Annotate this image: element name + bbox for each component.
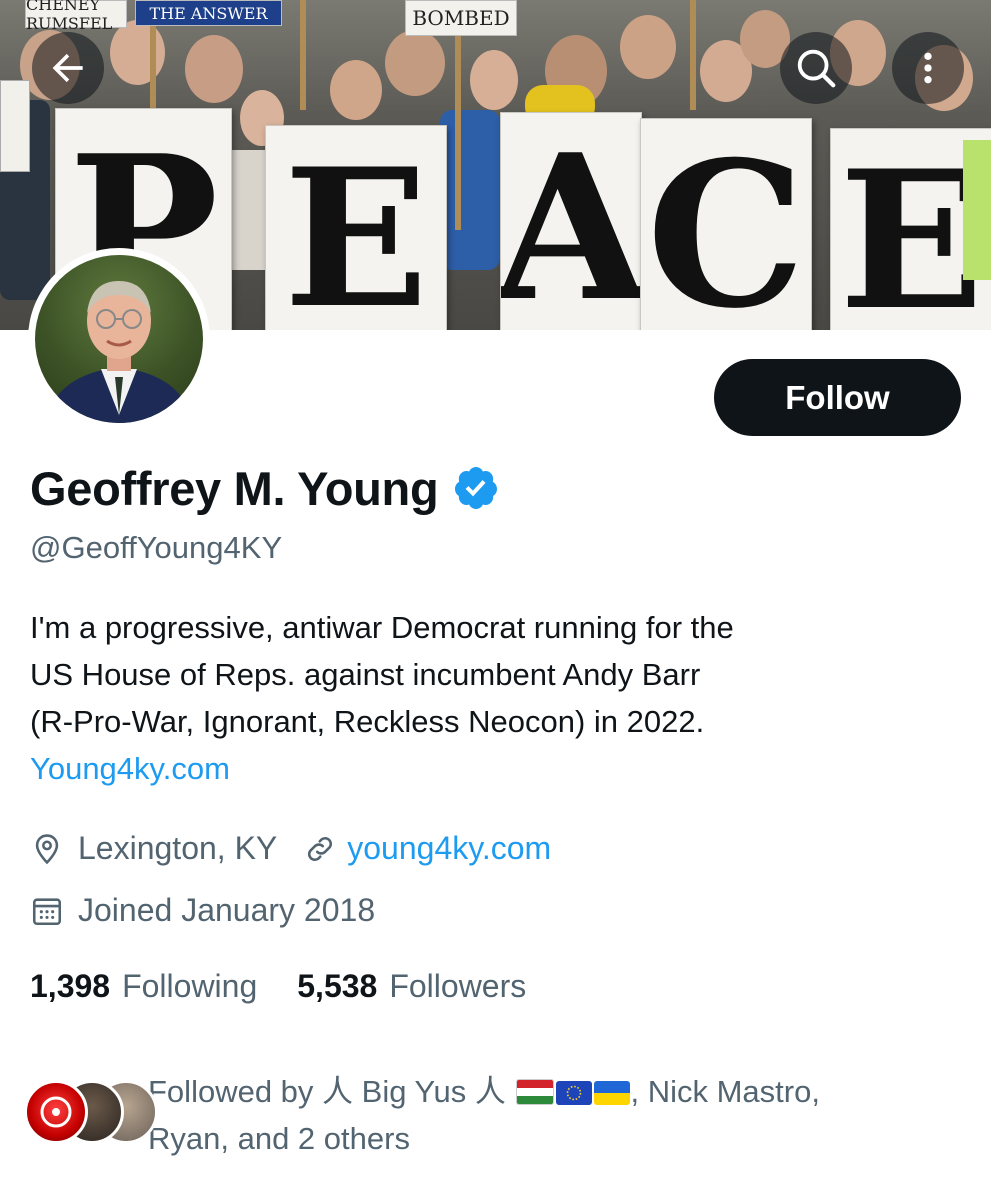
hungary-flag-icon <box>516 1079 555 1105</box>
sign-text: THE ANSWER <box>149 3 268 23</box>
search-button[interactable] <box>780 32 852 104</box>
followed-by-section[interactable]: Followed by 人 Big Yus 人 , Nick Mastro, R… <box>24 1068 964 1168</box>
more-vertical-icon <box>924 52 932 84</box>
location-pin-icon <box>35 833 59 864</box>
protest-sign-small: BOMBED <box>405 0 517 36</box>
profile-name-row: Geoffrey M. Young <box>30 458 500 518</box>
followers-label: Followers <box>389 968 527 1004</box>
follow-button[interactable]: Follow <box>714 359 961 436</box>
peace-letter-sign: C <box>640 118 812 330</box>
followed-by-line2: Ryan, and 2 others <box>148 1121 410 1156</box>
ukraine-flag-icon <box>594 1081 631 1105</box>
profile-joined-row: Joined January 2018 <box>30 892 375 929</box>
link-icon <box>308 836 333 861</box>
profile-bio: I'm a progressive, antiwar Democrat runn… <box>30 604 960 792</box>
sign-letter: C <box>646 118 806 330</box>
follow-button-label: Follow <box>785 378 890 416</box>
green-sign <box>963 140 991 280</box>
profile-meta-row: Lexington, KY young4ky.com <box>30 830 551 867</box>
crowd-figure <box>470 50 518 110</box>
sign-pole <box>690 0 696 110</box>
crowd-figure <box>620 15 676 79</box>
following-count: 1,398 <box>30 968 111 1004</box>
followers-link[interactable]: 5,538 Followers <box>297 968 526 1005</box>
crowd-figure <box>185 35 243 103</box>
follower-name: 人 Big Yus 人 <box>322 1074 506 1109</box>
follower-avatar-image <box>40 1096 72 1128</box>
back-button[interactable] <box>32 32 104 104</box>
bio-link[interactable]: Young4ky.com <box>30 745 960 792</box>
bio-line: US House of Reps. against incumbent Andy… <box>30 657 701 692</box>
sign-letter: A <box>500 112 642 330</box>
sign-letter: E <box>283 127 429 330</box>
avatar[interactable] <box>28 248 210 430</box>
arrow-left-icon <box>52 53 83 83</box>
protest-sign-small <box>0 80 30 172</box>
crowd-figure <box>440 110 500 270</box>
bio-line: I'm a progressive, antiwar Democrat runn… <box>30 610 734 645</box>
following-label: Following <box>122 968 258 1004</box>
peace-letter-sign: A <box>500 112 642 330</box>
profile-name: Geoffrey M. Young <box>30 461 439 515</box>
followed-by-prefix: Followed by <box>148 1074 314 1109</box>
followed-by-rest: , Nick Mastro, <box>630 1074 820 1109</box>
followers-count: 5,538 <box>297 968 378 1004</box>
verified-badge-icon[interactable] <box>452 464 500 512</box>
profile-location: Lexington, KY <box>78 830 278 866</box>
profile-website-link[interactable]: young4ky.com <box>347 830 551 867</box>
calendar-icon <box>32 897 62 925</box>
profile-joined-date: Joined January 2018 <box>78 892 376 928</box>
profile-stats: 1,398 Following 5,538 Followers <box>30 968 566 1005</box>
followed-by-text: Followed by 人 Big Yus 人 , Nick Mastro, R… <box>148 1068 948 1162</box>
eu-flag-icon <box>556 1081 593 1105</box>
protest-sign-small: THE ANSWER <box>135 0 282 26</box>
peace-letter-sign: E <box>265 125 447 330</box>
avatar-photo <box>35 255 203 423</box>
person-portrait-icon <box>45 281 193 423</box>
sign-pole <box>455 30 461 230</box>
profile-handle: @GeoffYoung4KY <box>30 530 283 565</box>
search-icon <box>797 49 836 88</box>
follower-avatar <box>24 1080 88 1144</box>
sign-text: BOMBED <box>412 6 510 30</box>
sign-pole <box>300 0 306 110</box>
more-options-button[interactable] <box>892 32 964 104</box>
bio-line: (R-Pro-War, Ignorant, Reckless Neocon) i… <box>30 704 705 739</box>
sign-text: CHENEY RUMSFEL <box>26 0 113 33</box>
crowd-figure <box>385 30 445 96</box>
following-link[interactable]: 1,398 Following <box>30 968 257 1005</box>
crowd-figure <box>330 60 382 120</box>
protest-sign-small: CHENEY RUMSFEL <box>25 0 127 33</box>
